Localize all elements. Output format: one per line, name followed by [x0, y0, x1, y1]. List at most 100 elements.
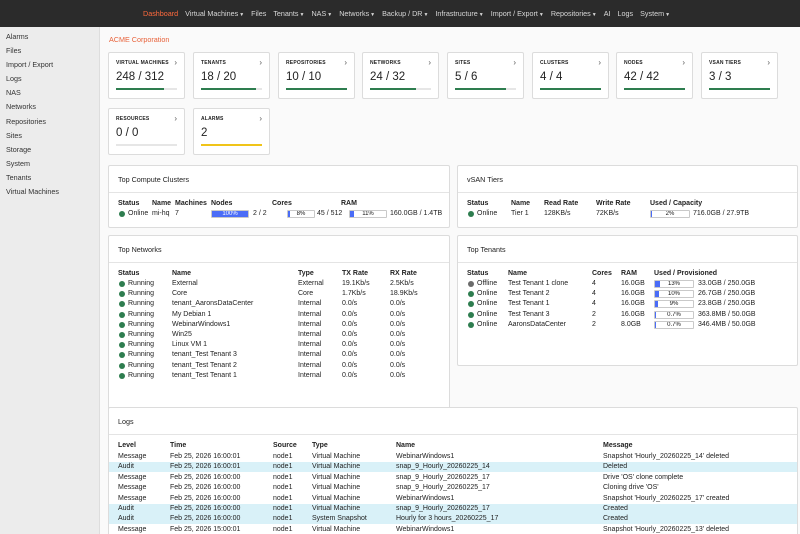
stat-progress-bar [286, 88, 347, 90]
tenant-cores: 4 [592, 280, 596, 287]
status-dot-icon [119, 362, 125, 369]
log-name: WebinarWindows1 [396, 494, 455, 502]
log-level: Message [118, 453, 147, 460]
log-name: WebinarWindows1 [396, 453, 455, 460]
column-header-rx-rate: RX Rate [390, 270, 417, 277]
vsan-status: Online [477, 210, 498, 217]
log-time: Feb 25, 2026 16:00:00 [170, 494, 241, 502]
nav-infrastructure[interactable]: Infrastructure▼ [435, 9, 483, 18]
stat-progress-bar [540, 88, 601, 90]
stat-card-clusters[interactable]: CLUSTERS › 4 / 4 [532, 52, 609, 99]
panel-title: vSAN Tiers [467, 175, 503, 184]
column-header-status: Status [118, 270, 140, 277]
stat-progress-bar [370, 88, 431, 90]
sidebar-item-networks[interactable]: Networks [0, 100, 99, 114]
usage-percent-label: 8% [296, 211, 306, 217]
status-dot-icon [119, 281, 125, 287]
stat-value: 248 / 312 [116, 71, 164, 83]
nav-label: Backup / DR [382, 9, 423, 18]
log-message: Drive 'OS' clone complete [603, 473, 684, 481]
vsan-read-rate: 128KB/s [544, 210, 571, 217]
stat-card-alarms[interactable]: ALARMS › 2 [193, 108, 270, 155]
stat-progress-bar [201, 144, 262, 146]
stat-card-nodes[interactable]: NODES › 42 / 42 [616, 52, 693, 99]
log-level: Message [118, 484, 147, 492]
nav-files[interactable]: Files [251, 9, 266, 18]
nav-tenants[interactable]: Tenants▼ [273, 9, 304, 18]
sidebar-item-import-export[interactable]: Import / Export [0, 58, 99, 72]
stat-card-repositories[interactable]: REPOSITORIES › 10 / 10 [278, 52, 355, 99]
log-time: Feb 25, 2026 16:00:00 [170, 473, 241, 481]
network-type: Internal [298, 341, 322, 349]
nav-ai[interactable]: AI [604, 9, 611, 18]
stat-card-vsan-tiers[interactable]: VSAN TIERS › 3 / 3 [701, 52, 778, 99]
panel-title: Top Tenants [467, 245, 506, 254]
nav-repositories[interactable]: Repositories▼ [551, 9, 597, 18]
sidebar-item-files[interactable]: Files [0, 44, 99, 58]
nav-nas[interactable]: NAS▼ [311, 9, 332, 18]
nav-system[interactable]: System▼ [640, 9, 670, 18]
network-tx-rate: 0.0/s [342, 331, 358, 338]
log-level: Message [118, 525, 147, 533]
stat-card-virtual-machines[interactable]: VIRTUAL MACHINES › 248 / 312 [108, 52, 185, 99]
network-rx-rate: 0.0/s [390, 320, 406, 328]
network-tx-rate: 0.0/s [342, 361, 358, 369]
nav-logs[interactable]: Logs [618, 9, 634, 18]
tenant-ram: 16.0GB [621, 290, 645, 298]
network-status: Running [128, 300, 155, 308]
nav-networks[interactable]: Networks▼ [339, 9, 375, 18]
stat-card-networks[interactable]: NETWORKS › 24 / 32 [362, 52, 439, 99]
network-status: Running [128, 361, 155, 369]
column-header-used-capacity: Used / Capacity [650, 200, 703, 207]
column-header-type: Type [312, 442, 328, 449]
column-header-cores: Cores [272, 200, 292, 207]
sidebar-item-logs[interactable]: Logs [0, 72, 99, 86]
chevron-down-icon: ▼ [665, 12, 671, 18]
chevron-down-icon: ▼ [299, 12, 305, 18]
sidebar-item-storage[interactable]: Storage [0, 143, 99, 157]
sidebar-item-virtual-machines[interactable]: Virtual Machines [0, 185, 99, 199]
chevron-down-icon: ▼ [327, 12, 333, 18]
nav-import-export[interactable]: Import / Export▼ [491, 9, 544, 18]
column-header-tx-rate: TX Rate [342, 270, 369, 277]
stat-value: 0 / 0 [116, 127, 139, 139]
status-dot-icon [119, 291, 125, 298]
sidebar-item-repositories[interactable]: Repositories [0, 115, 99, 129]
network-type: Internal [298, 351, 322, 359]
usage-progress-bar: 0.7% [654, 310, 694, 319]
nav-label: System [640, 9, 665, 18]
nav-backup-dr[interactable]: Backup / DR▼ [382, 9, 428, 18]
sidebar-item-alarms[interactable]: Alarms [0, 30, 99, 44]
chevron-right-icon: › [174, 58, 177, 67]
sidebar-item-sites[interactable]: Sites [0, 129, 99, 143]
logs-panel: Logs Level Time Source Type Name Message Messa… [108, 407, 798, 534]
stat-card-sites[interactable]: SITES › 5 / 6 [447, 52, 524, 99]
nav-dashboard[interactable]: Dashboard [143, 9, 178, 18]
nav-label: Import / Export [490, 9, 538, 18]
column-header-used-provisioned: Used / Provisioned [654, 270, 718, 277]
sidebar-item-tenants[interactable]: Tenants [0, 171, 99, 185]
log-source: node1 [273, 463, 293, 471]
usage-percent-label: 0.7% [667, 311, 681, 318]
tenant-ram: 16.0GB [621, 310, 645, 318]
log-type: Virtual Machine [312, 484, 361, 492]
stat-card-resources[interactable]: RESOURCES › 0 / 0 [108, 108, 185, 155]
chevron-down-icon: ▼ [478, 12, 484, 18]
column-header-ram: RAM [621, 270, 637, 277]
stat-card-tenants[interactable]: TENANTS › 18 / 20 [193, 52, 270, 99]
chevron-right-icon: › [513, 58, 516, 67]
nav-virtual-machines[interactable]: Virtual Machines▼ [185, 9, 244, 18]
stat-progress-bar [455, 88, 516, 90]
column-header-status: Status [467, 270, 489, 277]
log-message: Snapshot 'Hourly_20260225_13' deleted [603, 525, 730, 533]
sidebar-item-system[interactable]: System [0, 157, 99, 171]
top-navbar: Dashboard Virtual Machines▼ Files Tenants▼ N… [0, 0, 800, 27]
sidebar-item-nas[interactable]: NAS [0, 86, 99, 100]
chevron-down-icon: ▼ [538, 12, 544, 18]
network-tx-rate: 0.0/s [342, 371, 358, 379]
log-message: Created [603, 505, 628, 512]
status-dot-icon [119, 311, 125, 318]
network-type: Core [298, 290, 314, 298]
status-dot-icon [468, 311, 474, 318]
stat-progress-fill [201, 88, 256, 90]
